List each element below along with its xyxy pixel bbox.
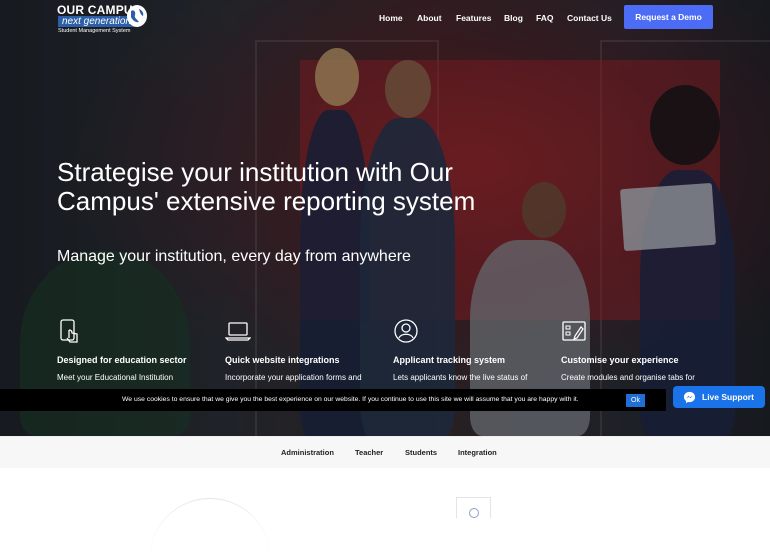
hero-overlay <box>0 0 770 436</box>
logo-line-2: next generation <box>58 16 135 27</box>
feature-desc: Meet your Educational Institution <box>57 373 174 382</box>
live-support-button[interactable]: Live Support <box>673 386 765 408</box>
feature-tabs: Administration Teacher Students Integrat… <box>0 436 770 469</box>
tab-teacher[interactable]: Teacher <box>355 448 383 457</box>
feature-desc: Create modules and organise tabs for <box>561 373 695 382</box>
feature-desc: Incorporate your application forms and <box>225 373 362 382</box>
feature-title: Designed for education sector <box>57 355 187 365</box>
nav-blog[interactable]: Blog <box>504 13 523 23</box>
customize-icon <box>562 321 586 341</box>
nav-about[interactable]: About <box>417 13 442 23</box>
hero-subline: Manage your institution, every day from … <box>57 248 411 265</box>
cookie-ok-button[interactable]: Ok <box>626 394 645 407</box>
feature-tracking: Applicant tracking system Lets applicant… <box>393 318 553 382</box>
feature-integrations: Quick website integrations Incorporate y… <box>224 318 385 382</box>
hero-section: OUR CAMPUS next generation Student Manag… <box>0 0 770 436</box>
user-circle-icon <box>394 319 418 343</box>
live-support-label: Live Support <box>702 392 754 402</box>
laptop-icon <box>224 322 252 341</box>
feature-customise: Customise your experience Create modules… <box>561 318 721 382</box>
messenger-icon <box>683 391 696 403</box>
globe-icon <box>127 5 147 27</box>
tab-students[interactable]: Students <box>405 448 437 457</box>
hero-headline: Strategise your institution with Our Cam… <box>57 157 476 216</box>
lower-section <box>0 468 770 513</box>
cookie-banner: We use cookies to ensure that we give yo… <box>0 389 666 411</box>
logo[interactable]: OUR CAMPUS next generation Student Manag… <box>57 3 147 35</box>
nav-contact[interactable]: Contact Us <box>567 13 612 23</box>
nav-faq[interactable]: FAQ <box>536 13 553 23</box>
touch-phone-icon <box>60 319 78 343</box>
request-demo-button[interactable]: Request a Demo <box>624 5 713 29</box>
tab-administration[interactable]: Administration <box>281 448 334 457</box>
card-icon <box>469 508 479 518</box>
feature-title: Customise your experience <box>561 355 679 365</box>
feature-title: Quick website integrations <box>225 355 340 365</box>
feature-desc: Lets applicants know the live status of <box>393 373 528 382</box>
tab-integration[interactable]: Integration <box>458 448 497 457</box>
cookie-text: We use cookies to ensure that we give yo… <box>122 396 579 403</box>
logo-line-3: Student Management System <box>58 28 131 34</box>
nav-features[interactable]: Features <box>456 13 491 23</box>
tab-content-card <box>456 497 491 518</box>
feature-education: Designed for education sector Meet your … <box>57 318 217 382</box>
nav-home[interactable]: Home <box>379 13 403 23</box>
feature-title: Applicant tracking system <box>393 355 506 365</box>
